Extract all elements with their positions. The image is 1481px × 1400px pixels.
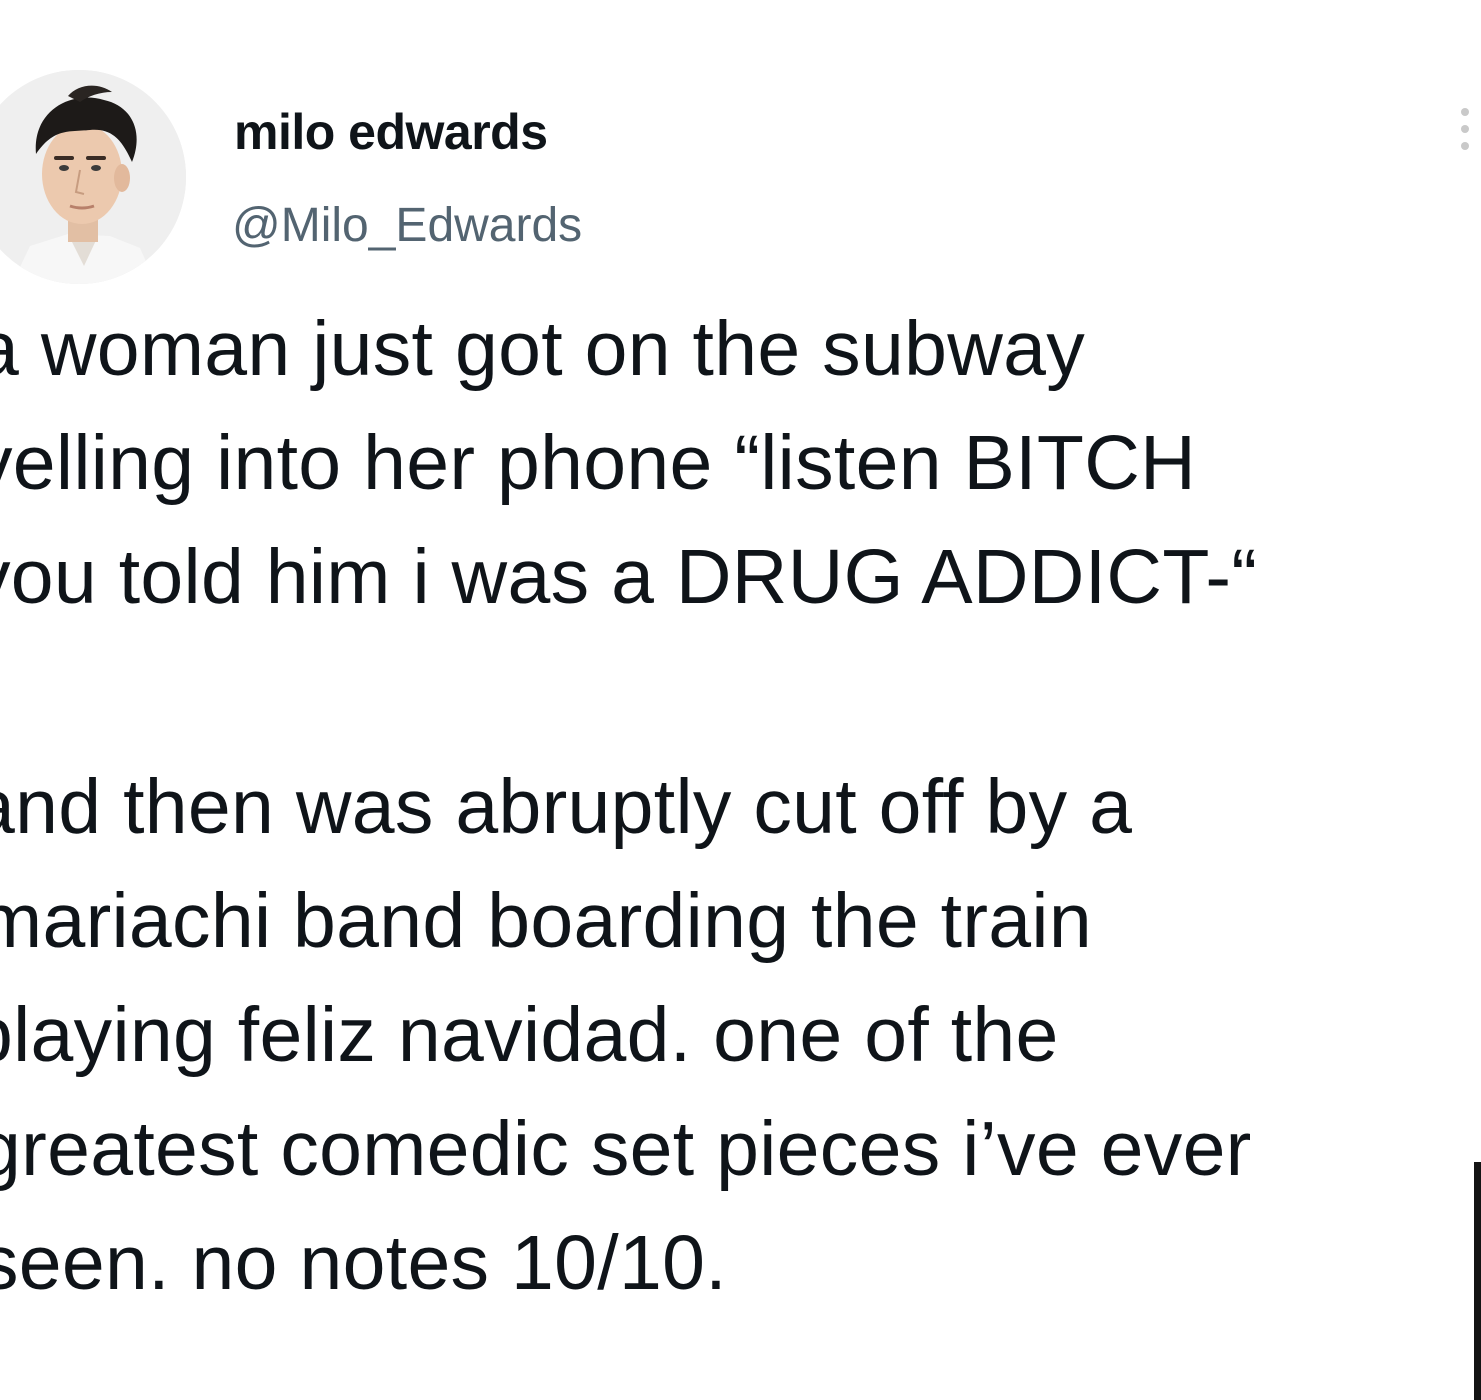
tweet-card: milo edwards @Milo_Edwards a woman just … <box>0 0 1481 1400</box>
tweet-text-line: seen. no notes 10/10. <box>0 1220 727 1306</box>
scrollbar-edge <box>1474 1162 1481 1400</box>
tweet-text-line: mariachi band boarding the train <box>0 878 1092 964</box>
tweet-text-line: and then was abruptly cut off by a <box>0 764 1133 850</box>
tweet-text-line: a woman just got on the subway <box>0 306 1086 392</box>
tweet-text-line: greatest comedic set pieces i’ve ever <box>0 1106 1252 1192</box>
tweet-text-line: playing feliz navidad. one of the <box>0 992 1059 1078</box>
tweet-text-line: yelling into her phone “listen BITCH <box>0 420 1197 506</box>
tweet-text-line: you told him i was a DRUG ADDICT-“ <box>0 534 1258 620</box>
tweet-text: a woman just got on the subway yelling i… <box>0 0 1481 1400</box>
